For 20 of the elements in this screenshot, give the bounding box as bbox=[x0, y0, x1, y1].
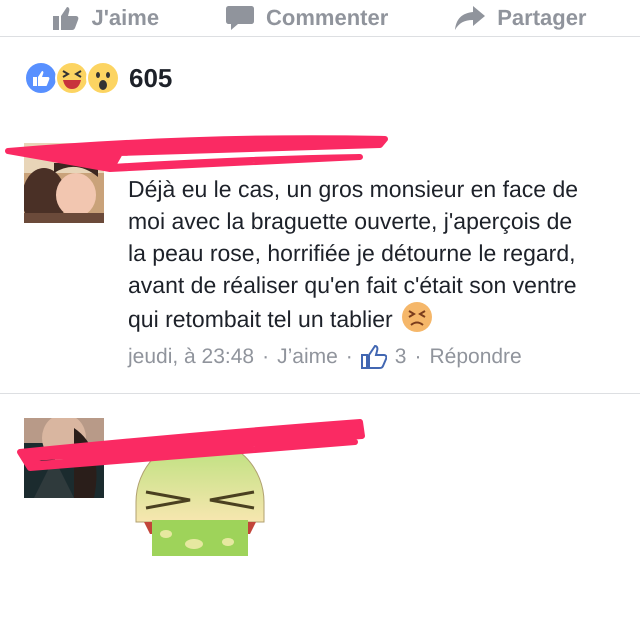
reaction-count[interactable]: 605 bbox=[129, 62, 172, 94]
thumbs-up-icon bbox=[53, 6, 80, 30]
separator: · bbox=[346, 345, 353, 369]
like-count: 3 bbox=[394, 345, 406, 369]
thumbs-up-icon bbox=[360, 345, 387, 369]
like-button[interactable]: J'aime bbox=[47, 3, 166, 33]
separator: · bbox=[414, 345, 422, 369]
share-arrow-icon bbox=[455, 6, 486, 30]
separator: · bbox=[262, 345, 270, 369]
speech-bubble-icon bbox=[226, 6, 254, 30]
share-button[interactable]: Partager bbox=[449, 3, 592, 33]
comment-text: Déjà eu le cas, un gros monsieur en face de moi avec la braguette ouverte, j'aperçois de la peau rose, horrifiée je détourne le regard, avant de réaliser qu'en fait c'était son ventre qui retombait tel un tablier bbox=[128, 175, 580, 335]
surprised-face-icon bbox=[86, 61, 120, 95]
comment-time: jeudi, à 23:48 bbox=[128, 345, 254, 369]
persevering-face-icon bbox=[400, 301, 433, 333]
comment-button[interactable]: Commenter bbox=[220, 3, 394, 33]
reply-link[interactable]: Répondre bbox=[429, 345, 522, 369]
like-reaction-icon bbox=[24, 61, 58, 95]
like-link[interactable]: J’aime bbox=[277, 345, 338, 369]
laughing-face-icon bbox=[55, 61, 89, 95]
